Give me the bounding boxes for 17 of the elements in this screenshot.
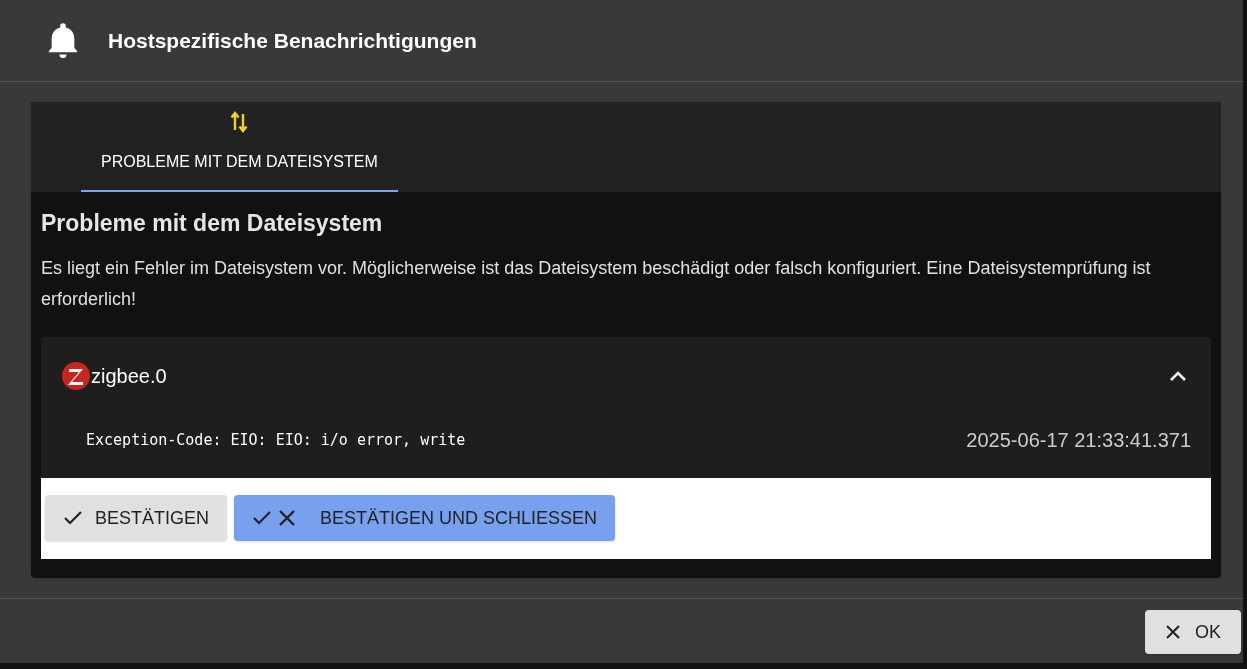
ok-button[interactable]: OK xyxy=(1145,610,1241,654)
checkmark-icon xyxy=(63,510,83,526)
chevron-up-icon[interactable] xyxy=(1169,369,1187,382)
confirm-button[interactable]: BESTÄTIGEN xyxy=(45,495,228,541)
error-message: Exception-Code: EIO: EIO: i/o error, write xyxy=(86,429,466,451)
description-text: Es liegt ein Fehler im Dateisystem vor. Möglicherweise ist das Dateisystem beschädigt oder falsch konfiguriert. Eine Dateisystemprüfung ist erforderlich! xyxy=(41,256,1152,311)
z-logo-icon xyxy=(61,360,91,391)
close-icon xyxy=(1165,624,1181,640)
checkmark-icon xyxy=(252,510,273,526)
close-icon xyxy=(278,509,297,527)
confirm-close-button[interactable]: BESTÄTIGEN UND SCHLIESSEN xyxy=(234,495,616,541)
section-heading: Probleme mit dem Dateisystem xyxy=(41,209,384,238)
dialog-title: Hostspezifische Benachrichtigungen xyxy=(108,27,477,54)
timestamp: 2025-06-17 21:33:41.371 xyxy=(966,427,1191,453)
instance-name: zigbee.0 xyxy=(91,363,167,389)
bell-icon xyxy=(46,21,80,60)
swap-vertical-icon xyxy=(230,110,249,134)
